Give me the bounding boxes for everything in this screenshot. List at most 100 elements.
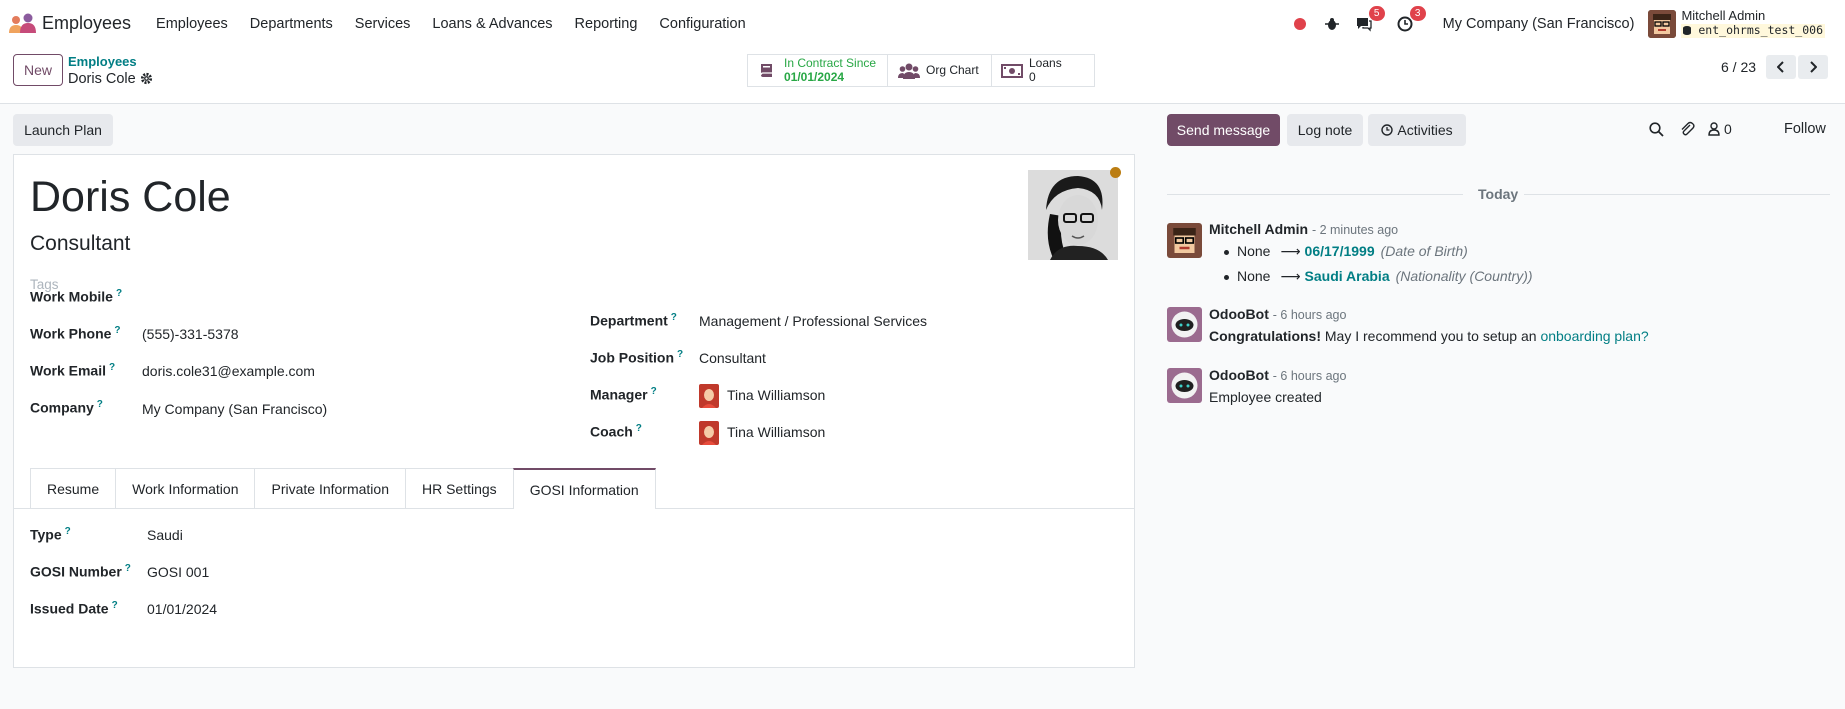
breadcrumb-employees[interactable]: Employees: [68, 54, 137, 69]
loans-count: 0: [1029, 69, 1036, 84]
users-icon: [898, 63, 920, 79]
list-bullet: [1224, 250, 1229, 255]
database-name: ent_ohrms_test_006: [1681, 24, 1825, 38]
debug-bug-icon[interactable]: [1321, 13, 1343, 35]
log-note-button[interactable]: Log note: [1287, 114, 1363, 146]
form-tabs: Resume Work Information Private Informat…: [30, 468, 656, 509]
menu-configuration[interactable]: Configuration: [659, 16, 745, 32]
tab-resume[interactable]: Resume: [30, 468, 117, 508]
company-switcher[interactable]: My Company (San Francisco): [1443, 16, 1635, 32]
activities-button[interactable]: Activities: [1368, 114, 1466, 146]
followers-button[interactable]: 0: [1708, 121, 1732, 137]
app-name[interactable]: Employees: [42, 13, 131, 34]
menu-services[interactable]: Services: [355, 16, 411, 32]
gosi-number-field[interactable]: GOSI 001: [147, 564, 209, 580]
follow-button[interactable]: Follow: [1784, 121, 1826, 137]
date-separator-today: Today: [1478, 186, 1519, 202]
work-email-field[interactable]: doris.cole31@example.com: [142, 363, 315, 379]
breadcrumb-current: Doris Cole: [68, 71, 136, 87]
activities-badge: 3: [1409, 5, 1426, 21]
work-email-label: Work Email?: [30, 362, 116, 379]
message-author[interactable]: OdooBot - 6 hours ago: [1209, 367, 1346, 383]
pager-value[interactable]: 6 / 23: [1721, 59, 1756, 75]
mitchell-admin-avatar[interactable]: [1167, 223, 1202, 258]
coach-label: Coach?: [590, 423, 642, 440]
contract-smart-button[interactable]: In Contract Since 01/01/2024: [748, 55, 888, 86]
message-body: Employee created: [1209, 389, 1322, 405]
gear-icon[interactable]: [140, 72, 153, 88]
tab-hr-settings[interactable]: HR Settings: [404, 468, 514, 508]
tab-work-information[interactable]: Work Information: [115, 468, 256, 508]
department-field[interactable]: Management / Professional Services: [699, 313, 927, 329]
pager-previous-button[interactable]: [1766, 55, 1796, 79]
message-time: - 6 hours ago: [1272, 308, 1347, 322]
department-label: Department?: [590, 312, 677, 329]
record-icon[interactable]: [1289, 13, 1311, 35]
new-button[interactable]: New: [13, 54, 63, 86]
message-author[interactable]: Mitchell Admin - 2 minutes ago: [1209, 221, 1398, 237]
menu-employees[interactable]: Employees: [156, 16, 228, 32]
employee-photo[interactable]: [1028, 170, 1118, 260]
user-icon: [1708, 122, 1720, 136]
control-panel: New Employees Doris Cole In Contract Sin…: [0, 47, 1845, 104]
date-separator-left: [1167, 194, 1463, 195]
job-position-field[interactable]: Consultant: [699, 350, 766, 366]
menu-departments[interactable]: Departments: [250, 16, 333, 32]
odoobot-avatar[interactable]: [1167, 368, 1202, 403]
employees-app-icon[interactable]: [8, 13, 38, 35]
manager-field[interactable]: Tina Williamson: [727, 387, 825, 403]
gosi-number-label: GOSI Number?: [30, 563, 131, 580]
coach-field[interactable]: Tina Williamson: [727, 424, 825, 440]
chevron-left-icon: [1777, 61, 1784, 73]
messages-badge: 5: [1368, 5, 1385, 21]
search-icon[interactable]: [1649, 122, 1664, 140]
gosi-type-label: Type?: [30, 526, 71, 543]
org-chart-label: Org Chart: [926, 62, 979, 77]
issued-date-label: Issued Date?: [30, 600, 118, 617]
send-message-button[interactable]: Send message: [1167, 114, 1280, 146]
clock-icon: [1381, 124, 1394, 136]
message-time: - 6 hours ago: [1272, 369, 1347, 383]
employee-job-title[interactable]: Consultant: [30, 232, 130, 256]
coach-avatar: [699, 421, 719, 445]
chevron-right-icon: [1810, 61, 1817, 73]
loans-smart-button[interactable]: Loans 0: [992, 55, 1094, 86]
loans-label: Loans: [1029, 55, 1062, 70]
gosi-type-field[interactable]: Saudi: [147, 527, 183, 543]
user-menu[interactable]: Mitchell Admin ent_ohrms_test_006: [1681, 8, 1825, 38]
tracking-value-nationality: None ⟶ Saudi Arabia (Nationality (Country)): [1237, 268, 1533, 284]
job-position-label: Job Position?: [590, 349, 684, 366]
presence-status-dot: [1110, 167, 1121, 178]
company-field[interactable]: My Company (San Francisco): [142, 401, 327, 417]
user-avatar[interactable]: [1648, 9, 1677, 38]
activities-clock-icon[interactable]: 3: [1394, 5, 1426, 35]
manager-avatar: [699, 384, 719, 408]
pager-next-button[interactable]: [1798, 55, 1828, 79]
top-navbar: Employees Employees Departments Services…: [0, 0, 1845, 47]
messages-icon[interactable]: 5: [1353, 5, 1385, 35]
paperclip-icon[interactable]: [1679, 121, 1695, 140]
work-phone-field[interactable]: (555)-331-5378: [142, 326, 239, 342]
issued-date-field[interactable]: 01/01/2024: [147, 601, 217, 617]
contract-label: In Contract Since: [784, 55, 877, 70]
message-body: Congratulations! May I recommend you to …: [1209, 328, 1649, 344]
message-author[interactable]: OdooBot - 6 hours ago: [1209, 306, 1346, 322]
smart-buttons: In Contract Since 01/01/2024 Org Chart L…: [747, 54, 1095, 87]
onboarding-plan-link[interactable]: onboarding plan?: [1540, 328, 1648, 344]
work-mobile-label: Work Mobile?: [30, 288, 123, 305]
tab-private-information[interactable]: Private Information: [254, 468, 406, 508]
money-icon: [1001, 63, 1023, 78]
tracking-value-date-of-birth: None ⟶ 06/17/1999 (Date of Birth): [1237, 243, 1468, 259]
list-bullet: [1224, 275, 1229, 280]
org-chart-smart-button[interactable]: Org Chart: [888, 55, 992, 86]
odoobot-avatar[interactable]: [1167, 307, 1202, 342]
date-separator-right: [1524, 194, 1830, 195]
employee-name[interactable]: Doris Cole: [30, 173, 231, 222]
employee-form-sheet: Doris Cole Consultant Tags Work Mobile? …: [13, 154, 1135, 668]
contract-date: 01/01/2024: [784, 69, 845, 84]
launch-plan-button[interactable]: Launch Plan: [13, 114, 113, 146]
menu-reporting[interactable]: Reporting: [575, 16, 638, 32]
tab-gosi-information[interactable]: GOSI Information: [512, 468, 656, 509]
menu-loans-advances[interactable]: Loans & Advances: [432, 16, 552, 32]
work-mobile-field[interactable]: [142, 288, 562, 308]
